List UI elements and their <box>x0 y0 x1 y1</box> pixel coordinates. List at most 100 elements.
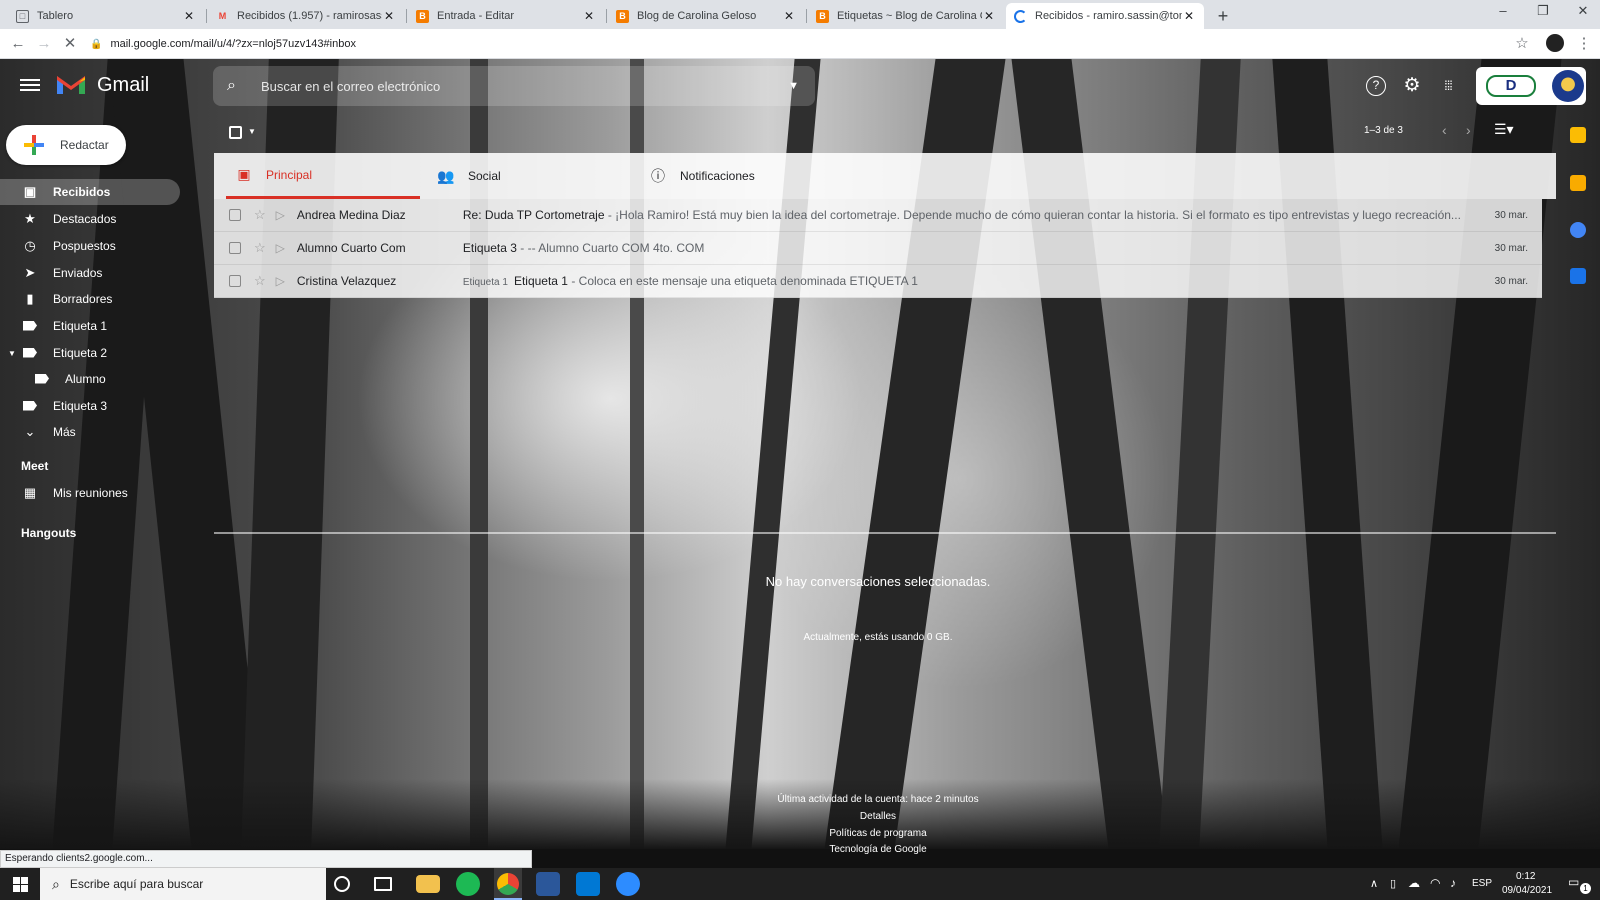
cortana-icon[interactable] <box>334 876 350 892</box>
email-sender: Andrea Medina Diaz <box>296 208 406 222</box>
zoom-icon[interactable] <box>616 872 640 896</box>
star-icon[interactable]: ☆ <box>254 240 266 256</box>
word-icon[interactable] <box>536 872 560 896</box>
email-row[interactable]: ☆ ▷ Andrea Medina Diaz Re: Duda TP Corto… <box>214 199 1542 232</box>
address-bar[interactable]: 🔒 mail.google.com/mail/u/4/?zx=nloj57uzv… <box>90 33 1530 55</box>
store-icon[interactable] <box>576 872 600 896</box>
back-icon[interactable]: ← <box>8 34 28 54</box>
search-icon[interactable]: ⌕ <box>227 77 247 95</box>
forward-icon[interactable]: → <box>34 34 54 54</box>
browser-tab[interactable]: □ Tablero ✕ <box>8 3 204 29</box>
email-sender: Alumno Cuarto Com <box>296 241 406 255</box>
contacts-addon-icon[interactable] <box>1570 268 1586 284</box>
close-window-icon[interactable]: ✕ <box>1566 3 1600 19</box>
chrome-taskbar-item[interactable] <box>494 868 522 900</box>
details-link[interactable]: Detalles <box>214 811 1542 822</box>
sidebar-item-etiqueta-1[interactable]: Etiqueta 1 <box>0 313 180 339</box>
sidebar-item-etiqueta-3[interactable]: Etiqueta 3 <box>0 393 180 419</box>
close-tab-icon[interactable]: ✕ <box>1182 9 1196 23</box>
keep-addon-icon[interactable] <box>1570 175 1586 191</box>
file-explorer-icon[interactable] <box>416 875 440 893</box>
tab-title: Tablero <box>37 10 74 22</box>
search-input[interactable]: Buscar en el correo electrónico <box>261 79 788 94</box>
compose-button[interactable]: Redactar <box>6 125 126 165</box>
browser-tab[interactable]: M Recibidos (1.957) - ramirosassin@ ✕ <box>208 3 404 29</box>
close-tab-icon[interactable]: ✕ <box>182 9 196 23</box>
select-options-icon[interactable]: ▼ <box>248 127 256 136</box>
browser-tab-active[interactable]: Recibidos - ramiro.sassin@tomas ✕ <box>1006 3 1204 29</box>
main-menu-icon[interactable] <box>20 76 40 92</box>
search-options-icon[interactable]: ▼ <box>788 80 799 92</box>
select-all-checkbox[interactable] <box>229 126 242 139</box>
settings-gear-icon[interactable]: ⚙ <box>1402 76 1422 96</box>
tasks-addon-icon[interactable] <box>1570 222 1586 238</box>
reading-pane-divider[interactable] <box>214 532 1556 534</box>
wifi-icon[interactable]: ◠ <box>1430 876 1440 890</box>
sidebar-item-mas[interactable]: ⌄ Más <box>0 419 180 445</box>
taskbar-search-box[interactable]: ⌕ Escribe aquí para buscar <box>40 868 326 900</box>
close-tab-icon[interactable]: ✕ <box>382 9 396 23</box>
tab-principal[interactable]: ▣ Principal <box>226 153 420 199</box>
apps-grid-icon[interactable]: ⁞⁞⁞ <box>1438 76 1458 96</box>
account-area[interactable]: D <box>1476 67 1586 105</box>
tab-social[interactable]: 👥 Social <box>436 153 630 199</box>
onedrive-icon[interactable]: ☁ <box>1408 876 1420 890</box>
star-icon[interactable]: ☆ <box>254 207 266 223</box>
clock-time[interactable]: 0:12 <box>1516 871 1535 882</box>
sidebar-item-recibidos[interactable]: ▣ Recibidos <box>0 179 180 205</box>
sidebar-item-etiqueta-2[interactable]: ▼ Etiqueta 2 <box>0 340 180 366</box>
browser-tab[interactable]: B Etiquetas ~ Blog de Carolina Gelc ✕ <box>808 3 1004 29</box>
close-tab-icon[interactable]: ✕ <box>982 9 996 23</box>
email-sender: Cristina Velazquez <box>296 274 397 288</box>
spotify-icon[interactable] <box>456 872 480 896</box>
sidebar-item-borradores[interactable]: ▮ Borradores <box>0 286 180 312</box>
lock-icon: 🔒 <box>90 38 103 50</box>
input-language[interactable]: ESP <box>1472 878 1492 889</box>
tab-notificaciones[interactable]: ⓘ Notificaciones <box>648 153 848 199</box>
importance-marker-icon[interactable]: ▷ <box>276 241 285 255</box>
bookmark-star-icon[interactable]: ☆ <box>1512 34 1532 54</box>
importance-marker-icon[interactable]: ▷ <box>276 274 285 288</box>
newer-page-icon[interactable]: ‹ <box>1442 122 1447 138</box>
tab-label: Principal <box>266 167 313 182</box>
policies-link[interactable]: Políticas de programa <box>214 828 1542 839</box>
older-page-icon[interactable]: › <box>1466 122 1471 138</box>
email-row[interactable]: ☆ ▷ Cristina Velazquez Etiqueta 1 Etiquet… <box>214 265 1542 298</box>
row-checkbox[interactable] <box>229 275 241 287</box>
taskbar-search-input[interactable]: Escribe aquí para buscar <box>70 877 203 891</box>
task-view-icon[interactable] <box>374 877 392 891</box>
browser-tab[interactable]: B Blog de Carolina Geloso ✕ <box>608 3 804 29</box>
email-row[interactable]: ☆ ▷ Alumno Cuarto Com Etiqueta 3 - -- Al… <box>214 232 1542 265</box>
tray-device-icon[interactable]: ▯ <box>1390 877 1396 890</box>
tray-overflow-icon[interactable]: ∧ <box>1370 877 1378 890</box>
sidebar-item-enviados[interactable]: ➤ Enviados <box>0 260 180 286</box>
kebab-menu-icon[interactable]: ⋮ <box>1574 34 1594 54</box>
mail-search-bar[interactable]: ⌕ Buscar en el correo electrónico ▼ <box>213 66 815 106</box>
new-tab-button[interactable]: + <box>1212 5 1234 27</box>
split-pane-toggle-icon[interactable]: ☰▾ <box>1494 121 1514 138</box>
sidebar-item-mis-reuniones[interactable]: ▦ Mis reuniones <box>0 480 180 506</box>
star-icon[interactable]: ☆ <box>254 273 266 289</box>
row-checkbox[interactable] <box>229 242 241 254</box>
close-tab-icon[interactable]: ✕ <box>782 9 796 23</box>
clock-date[interactable]: 09/04/2021 <box>1502 885 1552 896</box>
sidebar-item-alumno[interactable]: Alumno <box>0 366 180 392</box>
windows-start-icon[interactable] <box>0 868 40 900</box>
stop-loading-icon[interactable]: ✕ <box>60 34 80 54</box>
collapse-arrow-icon[interactable]: ▼ <box>8 349 16 358</box>
account-avatar[interactable] <box>1552 70 1584 102</box>
notification-center-icon[interactable]: ▭ <box>1568 875 1579 889</box>
minimize-icon[interactable]: – <box>1486 3 1520 18</box>
maximize-icon[interactable]: ❐ <box>1526 3 1560 19</box>
importance-marker-icon[interactable]: ▷ <box>276 208 285 222</box>
email-label-chip[interactable]: Etiqueta 1 <box>463 277 508 288</box>
row-checkbox[interactable] <box>229 209 241 221</box>
close-tab-icon[interactable]: ✕ <box>582 9 596 23</box>
calendar-addon-icon[interactable] <box>1570 127 1586 143</box>
browser-tab[interactable]: B Entrada - Editar ✕ <box>408 3 604 29</box>
profile-avatar[interactable] <box>1546 34 1564 52</box>
sidebar-item-destacados[interactable]: ★ Destacados <box>0 206 180 232</box>
sidebar-item-pospuestos[interactable]: ◷ Pospuestos <box>0 233 180 259</box>
help-icon[interactable]: ? <box>1366 76 1386 96</box>
volume-icon[interactable]: ♪ <box>1450 876 1456 890</box>
